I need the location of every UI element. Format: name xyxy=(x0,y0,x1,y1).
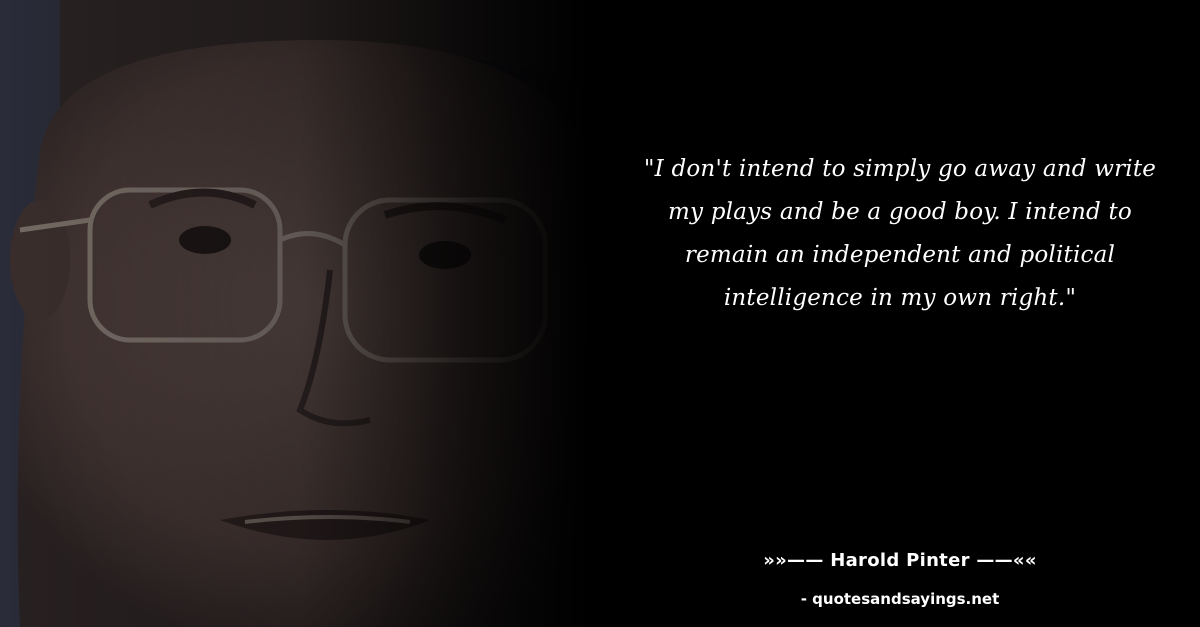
source-website: - quotesandsayings.net xyxy=(800,590,1000,608)
quote-card: "I don't intend to simply go away and wr… xyxy=(0,0,1200,627)
quote-text: "I don't intend to simply go away and wr… xyxy=(643,156,1157,311)
author-attribution: »»—— Harold Pinter ——«« xyxy=(763,550,1037,571)
